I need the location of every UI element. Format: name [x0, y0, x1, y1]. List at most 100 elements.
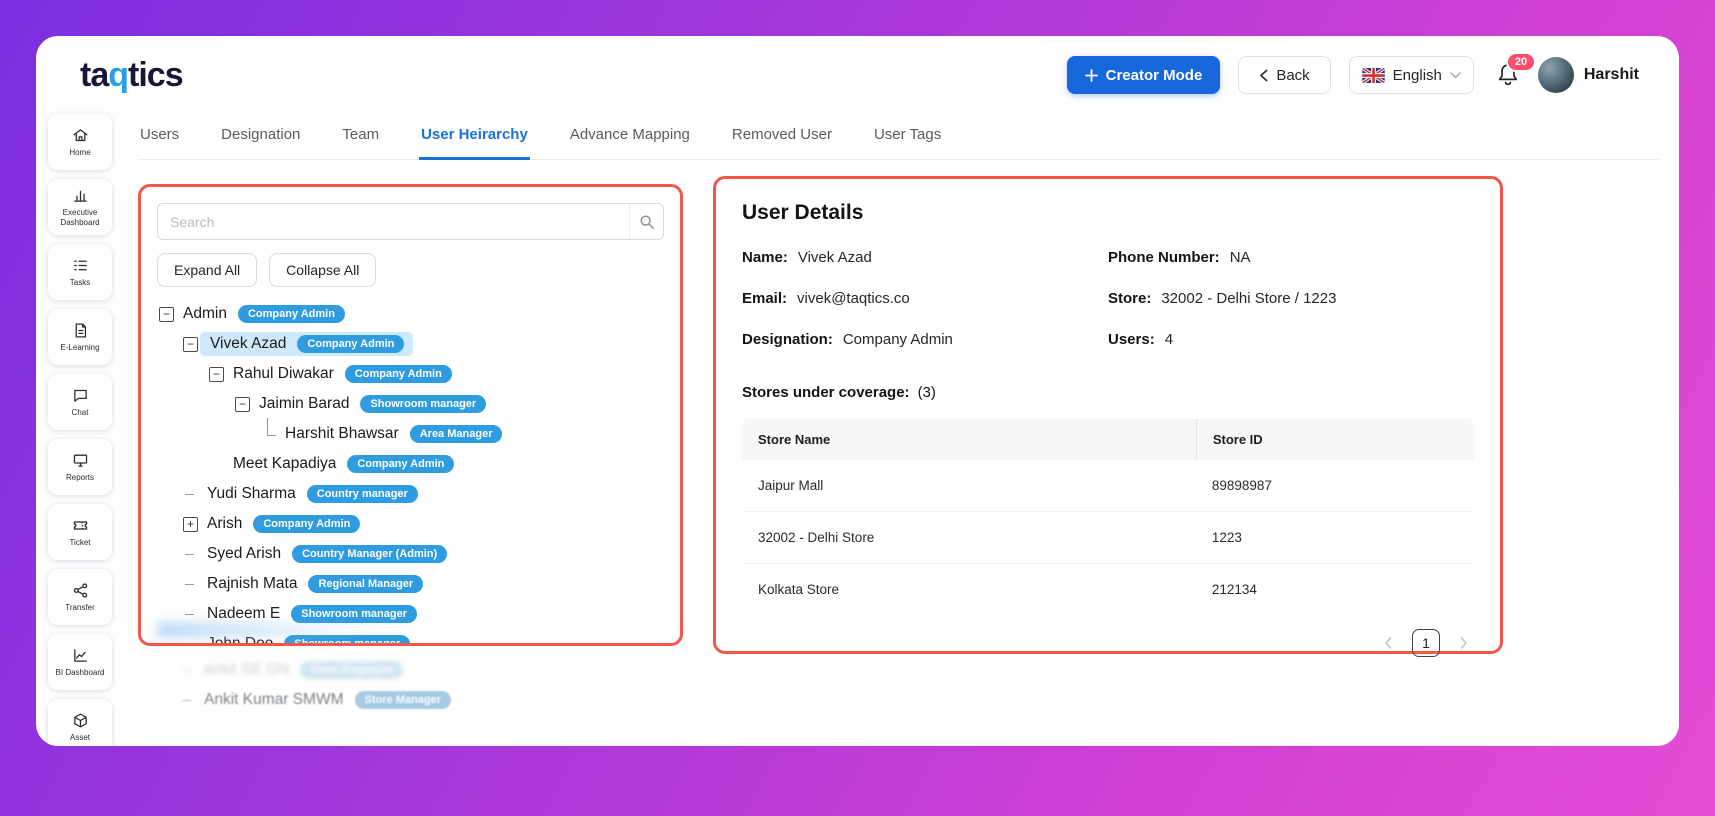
notification-count-badge: 20: [1506, 52, 1536, 72]
top-bar: taqtics Creator Mode Back English 20 H: [36, 36, 1679, 102]
sidebar-item-ticket[interactable]: Ticket: [48, 504, 112, 560]
tab-users[interactable]: Users: [138, 118, 181, 159]
details-title: User Details: [742, 201, 1474, 225]
tree-node-admin[interactable]: − Admin Company Admin: [159, 302, 664, 326]
sidebar-item-home[interactable]: Home: [48, 114, 112, 170]
search-input[interactable]: [157, 203, 664, 240]
tab-bar: Users Designation Team User Heirarchy Ad…: [138, 112, 1659, 160]
search-icon[interactable]: [629, 204, 663, 239]
sidebar-item-e-learning[interactable]: E-Learning: [48, 309, 112, 365]
back-button[interactable]: Back: [1238, 56, 1330, 94]
tree-node-ankit-se-gn[interactable]: ankit SE GN Store Employee: [180, 658, 683, 682]
tab-team[interactable]: Team: [340, 118, 381, 159]
expand-toggle-icon[interactable]: +: [183, 517, 198, 532]
language-label: English: [1393, 67, 1442, 84]
tree-node-syed-arish[interactable]: Syed Arish Country Manager (Admin): [183, 542, 664, 566]
tree-column: Expand All Collapse All − Admin Company …: [138, 184, 683, 718]
tree-branch-icon: [183, 577, 198, 592]
sidebar-item-asset[interactable]: Asset: [48, 699, 112, 746]
line-chart-icon: [72, 647, 89, 664]
tree-node-rajnish-mata[interactable]: Rajnish Mata Regional Manager: [183, 572, 664, 596]
role-badge: Showroom manager: [291, 605, 417, 623]
language-selector[interactable]: English: [1349, 56, 1474, 94]
user-menu[interactable]: Harshit: [1538, 57, 1639, 93]
role-badge: Regional Manager: [308, 575, 423, 593]
tree-node-vivek-azad[interactable]: − Vivek Azad Company Admin: [183, 332, 664, 356]
collapse-toggle-icon[interactable]: −: [209, 367, 224, 382]
tree-branch-icon: [261, 427, 276, 442]
details-fields: Name:Vivek Azad Phone Number:NA Email:vi…: [742, 249, 1474, 348]
stores-table-header: Store Name Store ID: [742, 419, 1474, 460]
tree-node-yudi-sharma[interactable]: Yudi Sharma Country manager: [183, 482, 664, 506]
sidebar-item-transfer[interactable]: Transfer: [48, 569, 112, 625]
uk-flag-icon: [1362, 68, 1385, 83]
tree-node-harshit-bhawsar[interactable]: Harshit Bhawsar Area Manager: [261, 422, 664, 446]
tab-user-tags[interactable]: User Tags: [872, 118, 943, 159]
tree-node-rahul-diwakar[interactable]: − Rahul Diwakar Company Admin: [209, 362, 664, 386]
logo-text: ta: [80, 56, 108, 94]
notification-bell[interactable]: 20: [1496, 62, 1520, 88]
stores-coverage-heading: Stores under coverage:(3): [742, 384, 1474, 401]
sidebar-item-reports[interactable]: Reports: [48, 439, 112, 495]
asset-box-icon: [72, 712, 89, 729]
tab-user-heirarchy[interactable]: User Heirarchy: [419, 118, 530, 160]
creator-mode-label: Creator Mode: [1106, 67, 1203, 84]
collapse-toggle-icon[interactable]: −: [235, 397, 250, 412]
chevron-down-icon: [1450, 72, 1461, 79]
user-details-panel: User Details Name:Vivek Azad Phone Numbe…: [713, 176, 1503, 654]
transfer-icon: [72, 582, 89, 599]
brand-logo[interactable]: taqtics: [80, 56, 183, 95]
app-sidebar: Home Executive Dashboard Tasks E-Learnin…: [48, 114, 114, 746]
sidebar-item-executive-dashboard[interactable]: Executive Dashboard: [48, 179, 112, 235]
sidebar-item-tasks[interactable]: Tasks: [48, 244, 112, 300]
header-actions: Creator Mode Back English 20 Harshit: [1067, 56, 1639, 94]
tree-node-arish[interactable]: + Arish Company Admin: [183, 512, 664, 536]
tree-node-ankit-kumar-smwm[interactable]: Ankit Kumar SMWM Store Manager: [180, 688, 683, 712]
role-badge: Country Manager (Admin): [292, 545, 447, 563]
tree-branch-icon: [180, 693, 195, 708]
pagination-prev-icon[interactable]: [1384, 637, 1392, 649]
e-learning-icon: [72, 322, 89, 339]
pagination-next-icon[interactable]: [1460, 637, 1468, 649]
role-badge: Company Admin: [347, 455, 454, 473]
table-row: Jaipur Mall 89898987: [742, 460, 1474, 512]
tree-actions: Expand All Collapse All: [157, 253, 664, 287]
field-users: Users:4: [1108, 331, 1474, 348]
pagination-page-1[interactable]: 1: [1412, 629, 1440, 657]
tab-advance-mapping[interactable]: Advance Mapping: [568, 118, 692, 159]
chat-icon: [72, 387, 89, 404]
field-name: Name:Vivek Azad: [742, 249, 1108, 266]
tree-node-jaimin-barad[interactable]: − Jaimin Barad Showroom manager: [235, 392, 664, 416]
role-badge: Store Employee: [300, 661, 403, 679]
role-badge: Company Admin: [253, 515, 360, 533]
field-designation: Designation:Company Admin: [742, 331, 1108, 348]
sidebar-item-chat[interactable]: Chat: [48, 374, 112, 430]
collapse-toggle-icon[interactable]: −: [183, 337, 198, 352]
pagination: 1: [742, 629, 1474, 657]
role-badge: Store Manager: [355, 691, 451, 709]
collapse-all-button[interactable]: Collapse All: [269, 253, 376, 287]
tab-designation[interactable]: Designation: [219, 118, 302, 159]
tree-branch-icon: [183, 607, 198, 622]
user-name: Harshit: [1584, 66, 1639, 84]
tree-node-meet-kapadiya[interactable]: Meet Kapadiya Company Admin: [209, 452, 664, 476]
plus-icon: [1085, 69, 1098, 82]
page-background: { "brand": { "logo_ta": "ta", "logo_q": …: [0, 0, 1715, 816]
monitor-icon: [72, 452, 89, 469]
table-row: Kolkata Store 212134: [742, 564, 1474, 615]
content-area: Home Executive Dashboard Tasks E-Learnin…: [36, 102, 1679, 746]
tree-spacer: [209, 457, 224, 472]
back-label: Back: [1276, 67, 1309, 84]
role-badge: Area Manager: [410, 425, 503, 443]
logo-text-accent: q: [108, 56, 128, 94]
collapse-toggle-icon[interactable]: −: [159, 307, 174, 322]
sidebar-item-bi-dashboard[interactable]: BI Dashboard: [48, 634, 112, 690]
creator-mode-button[interactable]: Creator Mode: [1067, 56, 1221, 94]
bar-chart-icon: [72, 187, 89, 204]
role-badge: Country manager: [307, 485, 418, 503]
task-list-icon: [72, 257, 89, 274]
selected-node-highlight: Vivek Azad Company Admin: [200, 332, 413, 356]
tab-removed-user[interactable]: Removed User: [730, 118, 834, 159]
column-header-store-name: Store Name: [742, 419, 1196, 460]
expand-all-button[interactable]: Expand All: [157, 253, 257, 287]
